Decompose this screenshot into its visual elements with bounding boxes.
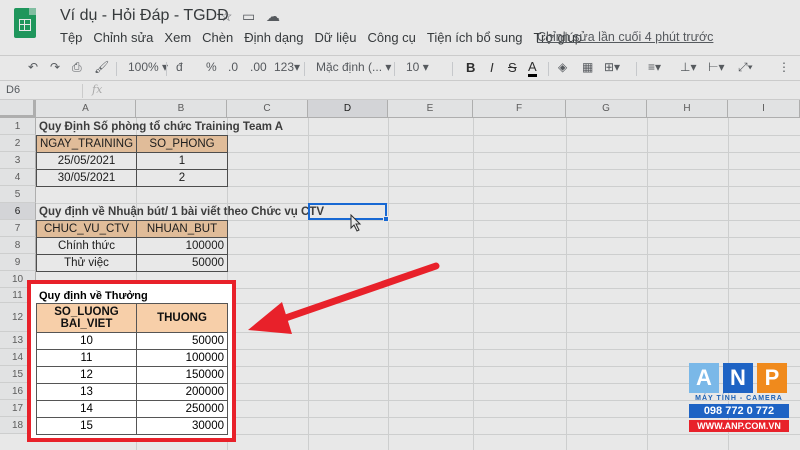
column-header-h[interactable]: H	[647, 100, 728, 118]
strikethrough-button[interactable]: S	[508, 60, 517, 75]
star-icon[interactable]: ☆	[220, 8, 233, 25]
highlight-box	[27, 280, 236, 442]
more-formats-select[interactable]: 123▾	[274, 60, 300, 74]
row-header-8[interactable]: 8	[0, 237, 36, 254]
column-header-e[interactable]: E	[388, 100, 473, 118]
menu-tools[interactable]: Công cụ	[367, 30, 415, 48]
row-header-9[interactable]: 9	[0, 254, 36, 271]
sheets-logo-icon[interactable]	[14, 8, 36, 38]
horizontal-align-icon[interactable]: ≡▾	[648, 60, 661, 74]
borders-icon[interactable]: ▦	[582, 60, 593, 74]
decrease-decimal-button[interactable]: .0	[228, 60, 238, 74]
merge-cells-icon[interactable]: ⊞▾	[604, 60, 620, 74]
increase-decimal-button[interactable]: .00	[250, 60, 267, 74]
menu-view[interactable]: Xem	[164, 30, 191, 48]
table1-header-date[interactable]: NGAY_TRAINING	[36, 135, 137, 153]
move-folder-icon[interactable]: ▭	[242, 8, 255, 25]
row-header-6[interactable]: 6	[0, 203, 36, 220]
column-header-b[interactable]: B	[136, 100, 227, 118]
table-cell[interactable]: Thử việc	[36, 254, 137, 272]
undo-icon[interactable]: ↶	[28, 60, 38, 74]
table2-header-role[interactable]: CHUC_VU_CTV	[36, 220, 137, 238]
column-header-f[interactable]: F	[473, 100, 566, 118]
table-cell[interactable]: 30/05/2021	[36, 169, 137, 187]
anp-letter-n: N	[723, 363, 753, 393]
table-cell[interactable]: 100000	[136, 237, 228, 255]
percent-format-button[interactable]: %	[206, 60, 217, 74]
column-header-d[interactable]: D	[308, 100, 388, 118]
print-icon[interactable]: ⎙	[72, 60, 82, 75]
mouse-cursor-icon	[350, 214, 362, 232]
anp-phone: 098 772 0 772	[689, 404, 789, 418]
bold-button[interactable]: B	[466, 60, 475, 75]
more-options-icon[interactable]: ⋮	[778, 60, 790, 74]
column-header-c[interactable]: C	[227, 100, 308, 118]
menu-data[interactable]: Dữ liệu	[315, 30, 357, 48]
red-arrow-icon	[248, 262, 440, 334]
row-header-7[interactable]: 7	[0, 220, 36, 237]
row-header-1[interactable]: 1	[0, 118, 36, 135]
table-cell[interactable]: 1	[136, 152, 228, 170]
text-wrap-icon[interactable]: ⊢▾	[708, 60, 724, 74]
text-color-button[interactable]: A	[528, 60, 537, 77]
name-box[interactable]: D6	[6, 84, 20, 96]
menu-bar: Tệp Chỉnh sửa Xem Chèn Định dạng Dữ liệu…	[60, 30, 593, 48]
table-cell[interactable]: 50000	[136, 254, 228, 272]
table2-header-fee[interactable]: NHUAN_BUT	[136, 220, 228, 238]
select-all-corner[interactable]	[0, 100, 36, 118]
table1-title: Quy Định Số phòng tổ chức Training Team …	[39, 120, 284, 133]
table-cell[interactable]: 2	[136, 169, 228, 187]
paint-format-icon[interactable]: 🖌	[94, 60, 109, 74]
font-family-select[interactable]: Mặc định (... ▾	[316, 60, 391, 74]
anp-letter-a: A	[689, 363, 719, 393]
zoom-select[interactable]: 100% ▾	[128, 60, 168, 74]
row-header-2[interactable]: 2	[0, 135, 36, 152]
fill-color-icon[interactable]: ◈	[558, 60, 567, 74]
cloud-status-icon[interactable]: ☁	[266, 8, 280, 25]
table-cell[interactable]: Chính thức	[36, 237, 137, 255]
table-cell[interactable]: 25/05/2021	[36, 152, 137, 170]
toolbar: ↶ ↷ ⎙ 🖌 100% ▾ đ % .0 .00 123▾ Mặc định …	[0, 55, 800, 81]
text-rotation-icon[interactable]: ⤢▾	[738, 60, 753, 75]
row-header-5[interactable]: 5	[0, 186, 36, 203]
fill-handle[interactable]	[383, 216, 389, 222]
column-header-a[interactable]: A	[36, 100, 136, 118]
table2-title: Quy định về Nhuận bút/ 1 bài viết theo C…	[39, 205, 324, 218]
font-size-select[interactable]: 10 ▾	[406, 60, 429, 74]
formula-bar: D6 fx	[0, 82, 800, 100]
document-title[interactable]: Ví dụ - Hỏi Đáp - TGDĐ	[60, 7, 229, 25]
last-edit-link[interactable]: Chỉnh sửa lần cuối 4 phút trước	[537, 30, 713, 44]
row-header-4[interactable]: 4	[0, 169, 36, 186]
selected-cell-d6[interactable]	[308, 203, 387, 220]
column-header-g[interactable]: G	[566, 100, 647, 118]
anp-letter-p: P	[757, 363, 787, 393]
spreadsheet-app: Ví dụ - Hỏi Đáp - TGDĐ ☆ ▭ ☁ Tệp Chỉnh s…	[0, 0, 800, 450]
anp-website: WWW.ANP.COM.VN	[689, 420, 789, 432]
row-header-3[interactable]: 3	[0, 152, 36, 169]
menu-addons[interactable]: Tiện ích bổ sung	[427, 30, 523, 48]
menu-edit[interactable]: Chỉnh sửa	[93, 30, 153, 48]
menu-file[interactable]: Tệp	[60, 30, 82, 48]
currency-format-button[interactable]: đ	[176, 60, 183, 74]
anp-logo: A N P MÁY TÍNH - CAMERA 098 772 0 772 WW…	[689, 363, 789, 432]
italic-button[interactable]: I	[490, 60, 494, 75]
column-header-i[interactable]: I	[728, 100, 800, 118]
menu-format[interactable]: Định dạng	[244, 30, 303, 48]
vertical-align-icon[interactable]: ⊥▾	[680, 60, 696, 74]
menu-insert[interactable]: Chèn	[202, 30, 233, 48]
table1-header-room[interactable]: SO_PHONG	[136, 135, 228, 153]
anp-tagline: MÁY TÍNH - CAMERA	[695, 395, 783, 402]
redo-icon[interactable]: ↷	[50, 60, 60, 74]
fx-icon: fx	[92, 83, 103, 96]
